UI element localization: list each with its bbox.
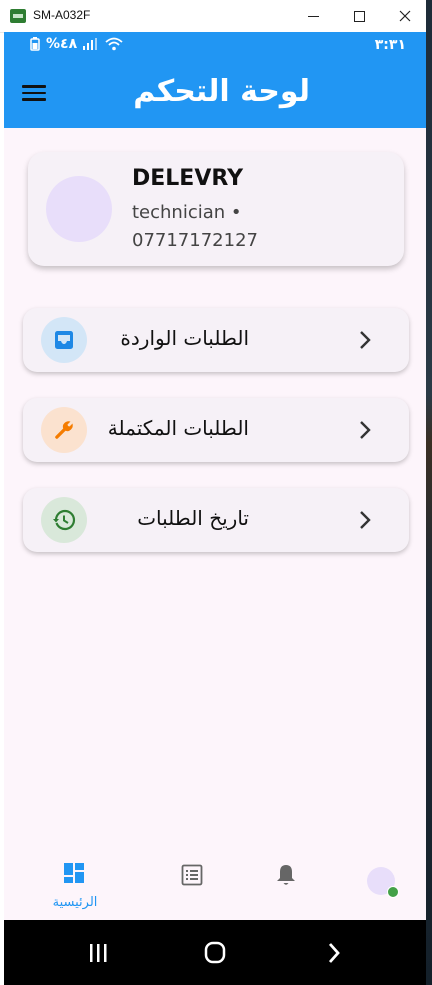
list-icon <box>181 864 203 886</box>
menu-item-incoming-orders[interactable]: الطلبات الواردة <box>23 308 409 372</box>
system-navigation-bar <box>4 920 426 985</box>
close-icon <box>399 10 411 22</box>
window-title: SM-A032F <box>33 8 91 22</box>
home-button[interactable] <box>195 938 235 968</box>
app-bar: لوحة التحكم <box>4 60 426 128</box>
menu-item-completed-orders[interactable]: الطلبات المكتملة <box>23 398 409 462</box>
avatar <box>46 176 112 242</box>
menu-icon <box>22 85 46 88</box>
status-bar: %٤٨ ٣:٣١ <box>4 32 426 60</box>
window-titlebar: SM-A032F <box>0 0 426 33</box>
bottom-navigation: الرئيسية <box>4 850 426 920</box>
online-status-dot <box>387 886 399 898</box>
close-button[interactable] <box>390 4 420 28</box>
profile-phone: 07717172127 <box>132 230 258 251</box>
chevron-right-icon <box>360 421 371 439</box>
history-icon <box>53 509 76 531</box>
nav-notifications[interactable] <box>256 860 316 910</box>
menu-item-label: الطلبات المكتملة <box>107 416 249 440</box>
menu-item-icon-bg <box>41 497 87 543</box>
recent-apps-icon <box>90 944 107 962</box>
menu-item-icon-bg <box>41 317 87 363</box>
bell-icon <box>277 865 295 885</box>
profile-role: technician • <box>132 202 242 223</box>
profile-name: DELEVRY <box>132 166 244 191</box>
back-icon <box>328 943 340 963</box>
chevron-right-icon <box>360 331 371 349</box>
back-button[interactable] <box>314 938 354 968</box>
minimize-button[interactable] <box>298 4 328 28</box>
menu-button[interactable] <box>22 82 46 106</box>
phone-screen: %٤٨ ٣:٣١ لوحة التحكم DELEVRY technician … <box>4 32 426 985</box>
recent-apps-button[interactable] <box>78 938 118 968</box>
maximize-button[interactable] <box>344 4 374 28</box>
nav-orders[interactable] <box>162 860 222 910</box>
menu-item-label: تاريخ الطلبات <box>137 506 249 530</box>
dashboard-icon <box>64 863 84 883</box>
inbox-icon <box>55 331 73 349</box>
app-window-icon <box>10 9 26 23</box>
status-time: ٣:٣١ <box>374 37 406 53</box>
menu-item-order-history[interactable]: تاريخ الطلبات <box>23 488 409 552</box>
menu-item-icon-bg <box>41 407 87 453</box>
nav-profile[interactable] <box>351 860 411 910</box>
menu-item-label: الطلبات الواردة <box>120 326 249 350</box>
nav-home[interactable]: الرئيسية <box>45 860 105 910</box>
nav-home-label: الرئيسية <box>52 895 98 910</box>
minimize-icon <box>307 15 319 17</box>
profile-card: DELEVRY technician • 07717172127 <box>28 152 404 266</box>
wifi-icon <box>105 37 123 51</box>
page-title: لوحة التحكم <box>133 74 310 109</box>
home-icon <box>204 941 226 964</box>
status-icons: %٤٨ <box>30 36 123 52</box>
desktop-background <box>426 0 432 985</box>
battery-percent: %٤٨ <box>46 36 78 52</box>
wrench-icon <box>55 421 73 439</box>
chevron-right-icon <box>360 511 371 529</box>
emulator-window: SM-A032F %٤٨ ٣:٣١ لوحة التحكم DELEVRY te… <box>0 0 426 985</box>
battery-icon <box>30 37 40 51</box>
maximize-icon <box>353 10 365 22</box>
signal-icon <box>83 38 98 50</box>
